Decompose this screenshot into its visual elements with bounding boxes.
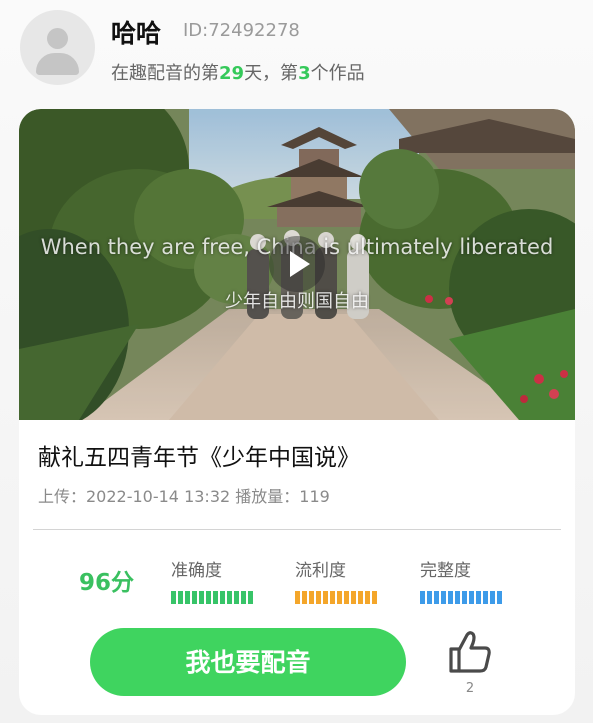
metric-bar-segment (248, 591, 253, 604)
metric-bar-segment (490, 591, 495, 604)
play-button[interactable] (269, 236, 325, 292)
metric-bar-segment (441, 591, 446, 604)
days-count: 29 (219, 63, 245, 84)
stats-suffix: 个作品 (310, 63, 365, 84)
thumbs-up-icon (449, 631, 491, 673)
metric-bar-completeness (420, 591, 502, 604)
metric-label: 流利度 (295, 561, 346, 581)
metric-bar-segment (323, 591, 328, 604)
metric-bar-segment (337, 591, 342, 604)
metric-label: 准确度 (171, 561, 222, 581)
metric-bar-segment (220, 591, 225, 604)
page: 哈哈 ID:72492278 在趣配音的第29天，第3个作品 When they… (0, 0, 593, 723)
metric-bar-segment (171, 591, 176, 604)
metric-bar-segment (241, 591, 246, 604)
video-player[interactable]: When they are free, China is ultimately … (19, 109, 575, 420)
metric-bar-segment (309, 591, 314, 604)
work-title[interactable]: 献礼五四青年节《少年中国说》 (38, 438, 360, 472)
metric-bar-segment (455, 591, 460, 604)
metric-bar-segment (427, 591, 432, 604)
metric-accuracy: 准确度 (171, 556, 253, 604)
divider (33, 529, 561, 530)
metric-completeness: 完整度 (420, 556, 502, 604)
metric-bar-segment (227, 591, 232, 604)
metric-bar-segment (365, 591, 370, 604)
metric-bar-segment (448, 591, 453, 604)
metric-bar-segment (206, 591, 211, 604)
avatar[interactable] (20, 10, 95, 85)
total-score: 96分 (79, 570, 135, 596)
metric-bar-segment (234, 591, 239, 604)
avatar-body-shape (36, 53, 79, 75)
metric-bar-segment (469, 591, 474, 604)
metric-bar-segment (434, 591, 439, 604)
user-id: ID:72492278 (183, 20, 300, 41)
metric-bar-segment (295, 591, 300, 604)
metric-bar-segment (420, 591, 425, 604)
avatar-head-shape (47, 28, 68, 49)
metric-bar-segment (351, 591, 356, 604)
work-card: When they are free, China is ultimately … (19, 109, 575, 715)
metric-bar-segment (192, 591, 197, 604)
metric-fluency: 流利度 (295, 556, 377, 604)
user-stats: 在趣配音的第29天，第3个作品 (111, 59, 365, 85)
metric-bar-segment (372, 591, 377, 604)
metric-bar-segment (330, 591, 335, 604)
works-count: 3 (298, 63, 311, 84)
metric-bar-segment (483, 591, 488, 604)
metric-bar-segment (199, 591, 204, 604)
metric-bar-accuracy (171, 591, 253, 604)
play-icon (290, 251, 310, 277)
metric-bar-segment (185, 591, 190, 604)
metric-bar-segment (344, 591, 349, 604)
metric-label: 完整度 (420, 561, 471, 581)
metric-bar-fluency (295, 591, 377, 604)
stats-prefix: 在趣配音的第 (111, 63, 219, 84)
metric-bar-segment (178, 591, 183, 604)
metric-bar-segment (213, 591, 218, 604)
metric-bar-segment (497, 591, 502, 604)
like-button[interactable]: 2 (445, 629, 495, 701)
stats-middle: 天，第 (244, 63, 299, 84)
work-meta: 上传：2022-10-14 13:32 播放量：119 (38, 487, 330, 506)
user-name[interactable]: 哈哈 (111, 14, 161, 50)
metric-bar-segment (358, 591, 363, 604)
metric-bar-segment (302, 591, 307, 604)
metric-bar-segment (476, 591, 481, 604)
dub-too-button[interactable]: 我也要配音 (90, 628, 406, 696)
metric-bar-segment (462, 591, 467, 604)
like-count: 2 (465, 681, 475, 696)
metric-bar-segment (316, 591, 321, 604)
